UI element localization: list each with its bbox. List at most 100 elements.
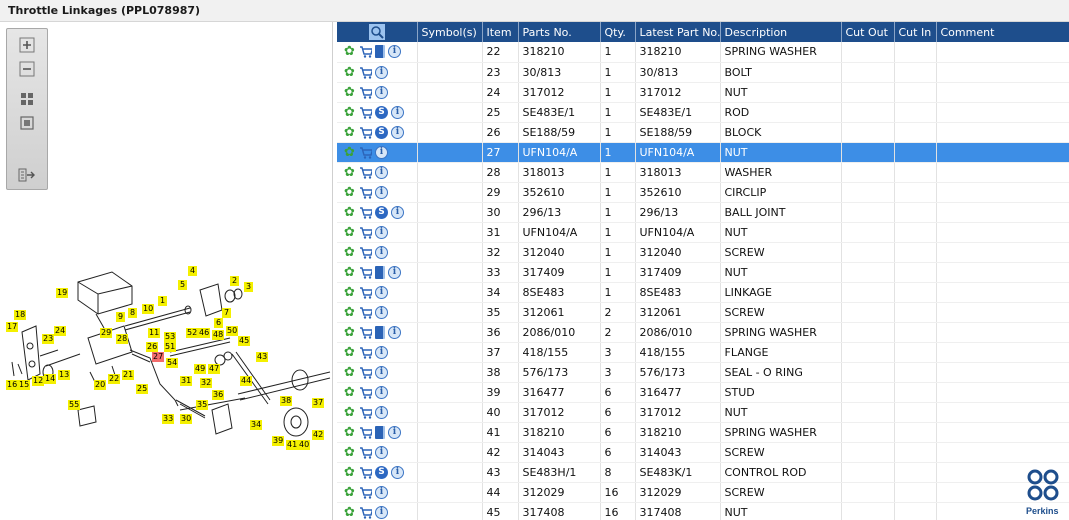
gear-icon[interactable]: ✿ — [343, 386, 356, 399]
callout-27[interactable]: 27 — [152, 352, 165, 362]
callout-53[interactable]: 53 — [164, 332, 177, 342]
callout-14[interactable]: 14 — [44, 374, 57, 384]
callout-10[interactable]: 10 — [142, 304, 155, 314]
callout-19[interactable]: 19 — [56, 288, 69, 298]
callout-47[interactable]: 47 — [208, 364, 221, 374]
callout-22[interactable]: 22 — [108, 374, 121, 384]
callout-35[interactable]: 35 — [196, 400, 209, 410]
table-row[interactable]: ✿ i 40 317012 6 317012 NUT — [337, 402, 1069, 423]
table-row[interactable]: ✿ Si 43 SE483H/1 8 SE483K/1 CONTROL ROD — [337, 462, 1069, 483]
column-header[interactable]: Latest Part No. — [635, 22, 721, 42]
cart-icon[interactable] — [359, 106, 372, 119]
column-header[interactable]: Parts No. — [518, 22, 601, 42]
fit-window-button[interactable] — [17, 113, 37, 133]
callout-52[interactable]: 52 — [186, 328, 199, 338]
info-icon[interactable]: i — [375, 385, 388, 399]
column-header[interactable]: Description — [720, 22, 842, 42]
gear-icon[interactable]: ✿ — [343, 206, 356, 219]
zoom-out-button[interactable] — [17, 59, 37, 79]
gear-icon[interactable]: ✿ — [343, 126, 356, 139]
callout-46[interactable]: 46 — [198, 328, 211, 338]
info-icon[interactable]: i — [388, 425, 401, 439]
info-icon[interactable]: i — [375, 345, 388, 359]
gear-icon[interactable]: ✿ — [343, 266, 356, 279]
column-header[interactable]: Symbol(s) — [417, 22, 483, 42]
cart-icon[interactable] — [359, 45, 372, 58]
table-row[interactable]: ✿ i 28 318013 1 318013 WASHER — [337, 162, 1069, 183]
callout-50[interactable]: 50 — [226, 326, 239, 336]
callout-18[interactable]: 18 — [14, 310, 27, 320]
cart-icon[interactable] — [359, 66, 372, 79]
callout-54[interactable]: 54 — [166, 358, 179, 368]
info-icon[interactable]: i — [375, 165, 388, 179]
info-icon[interactable]: i — [391, 105, 404, 119]
callout-41[interactable]: 41 — [286, 440, 299, 450]
gear-icon[interactable]: ✿ — [343, 426, 356, 439]
gear-icon[interactable]: ✿ — [343, 45, 356, 58]
info-icon[interactable]: i — [375, 185, 388, 199]
cart-icon[interactable] — [359, 266, 372, 279]
gear-icon[interactable]: ✿ — [343, 446, 356, 459]
callout-30[interactable]: 30 — [180, 414, 193, 424]
callout-12[interactable]: 12 — [32, 376, 45, 386]
table-row[interactable]: ✿ Si 30 296/13 1 296/13 BALL JOINT — [337, 202, 1069, 223]
callout-43[interactable]: 43 — [256, 352, 269, 362]
table-row[interactable]: ✿ i 42 314043 6 314043 SCREW — [337, 442, 1069, 463]
gear-icon[interactable]: ✿ — [343, 66, 356, 79]
cart-icon[interactable] — [359, 226, 372, 239]
callout-25[interactable]: 25 — [136, 384, 149, 394]
table-row[interactable]: ✿ i 22 318210 1 318210 SPRING WASHER — [337, 42, 1069, 63]
cart-icon[interactable] — [359, 486, 372, 499]
callout-4[interactable]: 4 — [188, 266, 197, 276]
callout-33[interactable]: 33 — [162, 414, 175, 424]
gear-icon[interactable]: ✿ — [343, 286, 356, 299]
callout-44[interactable]: 44 — [240, 376, 253, 386]
cart-icon[interactable] — [359, 426, 372, 439]
callout-37[interactable]: 37 — [312, 398, 325, 408]
info-icon[interactable]: i — [375, 485, 388, 499]
table-row[interactable]: ✿ Si 25 SE483E/1 1 SE483E/1 ROD — [337, 102, 1069, 123]
callout-40[interactable]: 40 — [298, 440, 311, 450]
info-icon[interactable]: i — [391, 465, 404, 479]
callout-32[interactable]: 32 — [200, 378, 213, 388]
callout-21[interactable]: 21 — [122, 370, 135, 380]
table-row[interactable]: ✿ i 23 30/813 1 30/813 BOLT — [337, 62, 1069, 83]
callout-17[interactable]: 17 — [6, 322, 19, 332]
cart-icon[interactable] — [359, 86, 372, 99]
cart-icon[interactable] — [359, 206, 372, 219]
callout-31[interactable]: 31 — [180, 376, 193, 386]
info-icon[interactable]: i — [375, 405, 388, 419]
callout-45[interactable]: 45 — [238, 336, 251, 346]
callout-26[interactable]: 26 — [146, 342, 159, 352]
info-icon[interactable]: i — [375, 505, 388, 519]
column-header[interactable]: Comment — [936, 22, 1069, 42]
table-row[interactable]: ✿ i 35 312061 2 312061 SCREW — [337, 302, 1069, 323]
callout-28[interactable]: 28 — [116, 334, 129, 344]
callout-20[interactable]: 20 — [94, 380, 107, 390]
book-icon[interactable] — [375, 425, 385, 439]
callout-5[interactable]: 5 — [178, 280, 187, 290]
gear-icon[interactable]: ✿ — [343, 246, 356, 259]
info-icon[interactable]: i — [375, 85, 388, 99]
info-icon[interactable]: i — [388, 45, 401, 59]
info-icon[interactable]: i — [375, 225, 388, 239]
gear-icon[interactable]: ✿ — [343, 166, 356, 179]
info-icon[interactable]: i — [391, 205, 404, 219]
table-row[interactable]: ✿ i 41 318210 6 318210 SPRING WASHER — [337, 422, 1069, 443]
callout-36[interactable]: 36 — [212, 390, 225, 400]
info-icon[interactable]: i — [375, 145, 388, 159]
table-row[interactable]: ✿ Si 26 SE188/59 1 SE188/59 BLOCK — [337, 122, 1069, 143]
table-row[interactable]: ✿ i 29 352610 1 352610 CIRCLIP — [337, 182, 1069, 203]
cart-icon[interactable] — [359, 286, 372, 299]
supersession-icon[interactable]: S — [375, 125, 388, 139]
callout-38[interactable]: 38 — [280, 396, 293, 406]
callout-39[interactable]: 39 — [272, 436, 285, 446]
gear-icon[interactable]: ✿ — [343, 506, 356, 519]
callout-55[interactable]: 55 — [68, 400, 81, 410]
cart-icon[interactable] — [359, 246, 372, 259]
column-header[interactable]: Qty. — [600, 22, 636, 42]
zoom-in-button[interactable] — [17, 35, 37, 55]
column-header[interactable]: Cut In — [894, 22, 937, 42]
info-icon[interactable]: i — [375, 365, 388, 379]
info-icon[interactable]: i — [391, 125, 404, 139]
